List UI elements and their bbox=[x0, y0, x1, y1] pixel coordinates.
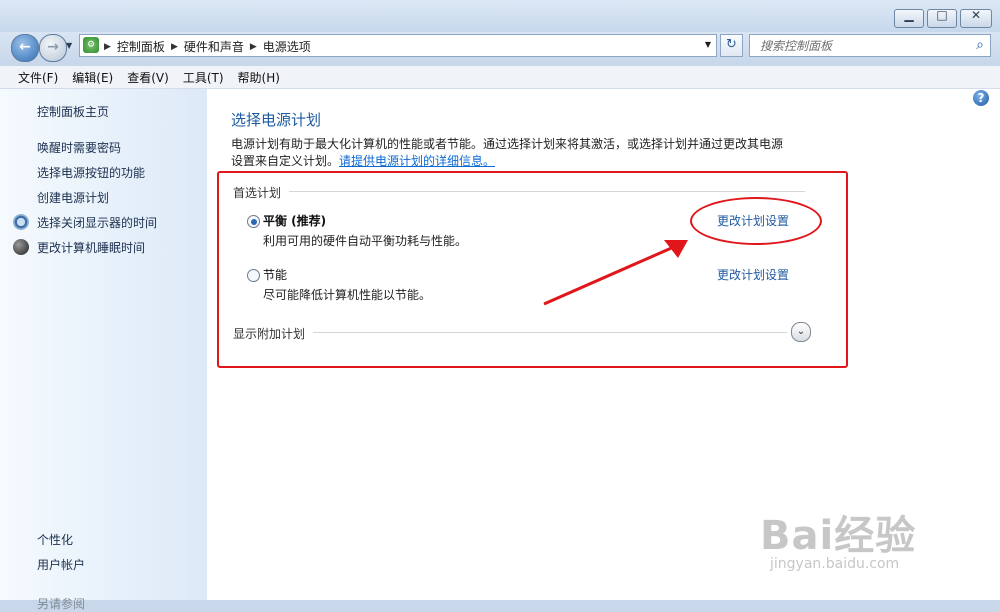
watermark-url: jingyan.baidu.com bbox=[770, 556, 900, 572]
description: 电源计划有助于最大化计算机的性能或者节能。通过选择计划来将其激活，或选择计划并通… bbox=[231, 136, 791, 170]
sidebar-item-wake-password[interactable]: 唤醒时需要密码 bbox=[37, 139, 121, 156]
history-dropdown-icon[interactable]: ▼ bbox=[66, 41, 72, 50]
breadcrumb-item[interactable]: 电源选项 bbox=[263, 38, 311, 55]
sidebar-item-display-off[interactable]: 选择关闭显示器的时间 bbox=[37, 214, 157, 231]
window-controls: ▁ □ ✕ bbox=[894, 8, 992, 28]
description-text: 电源计划有助于最大化计算机的性能或者节能。通过选择计划来将其激活，或选择计划并通… bbox=[231, 137, 784, 168]
breadcrumb-separator-icon: ▶ bbox=[249, 41, 257, 52]
sidebar-item-personalize[interactable]: 个性化 bbox=[37, 531, 73, 548]
breadcrumb: ▶ 控制面板 ▶ 硬件和声音 ▶ 电源选项 bbox=[104, 38, 311, 55]
sidebar-item-power-button[interactable]: 选择电源按钮的功能 bbox=[37, 164, 145, 181]
sleep-moon-icon bbox=[13, 239, 29, 255]
refresh-icon: ↻ bbox=[726, 37, 737, 52]
sidebar-item-sleep-time[interactable]: 更改计算机睡眠时间 bbox=[37, 239, 145, 256]
see-also-heading: 另请参阅 bbox=[37, 597, 86, 611]
back-arrow-icon: ← bbox=[19, 39, 31, 55]
maximize-button[interactable]: □ bbox=[927, 8, 957, 28]
forward-arrow-icon: → bbox=[47, 39, 59, 55]
address-dropdown-icon[interactable]: ▼ bbox=[705, 40, 711, 49]
title-bar: ▁ □ ✕ bbox=[0, 0, 1000, 32]
control-panel-icon: ⚙ bbox=[83, 37, 99, 53]
menu-bar: 文件(F) 编辑(E) 查看(V) 工具(T) 帮助(H) bbox=[0, 66, 1000, 89]
sidebar-item-user-accounts[interactable]: 用户帐户 bbox=[37, 556, 85, 573]
address-bar[interactable]: ⚙ ▶ 控制面板 ▶ 硬件和声音 ▶ 电源选项 ▼ bbox=[79, 34, 717, 57]
annotation-arrow-icon bbox=[543, 240, 688, 306]
search-icon[interactable]: ⌕ bbox=[976, 37, 984, 53]
menu-edit[interactable]: 编辑(E) bbox=[64, 66, 119, 88]
forward-button[interactable]: → bbox=[39, 34, 67, 62]
search-input[interactable] bbox=[758, 38, 962, 54]
annotation-oval bbox=[690, 197, 822, 245]
page-title: 选择电源计划 bbox=[231, 111, 322, 129]
maximize-icon: □ bbox=[936, 8, 948, 22]
close-button[interactable]: ✕ bbox=[960, 8, 992, 28]
baidu-watermark: Bai经验 jingyan.baidu.com bbox=[760, 487, 980, 577]
display-clock-icon bbox=[13, 214, 29, 230]
back-button[interactable]: ← bbox=[11, 34, 39, 62]
menu-help[interactable]: 帮助(H) bbox=[230, 66, 286, 88]
watermark-logo-text: Bai经验 bbox=[760, 513, 917, 559]
breadcrumb-item[interactable]: 硬件和声音 bbox=[184, 38, 244, 55]
menu-tools[interactable]: 工具(T) bbox=[175, 66, 230, 88]
help-icon[interactable]: ? bbox=[973, 90, 989, 106]
minimize-button[interactable]: ▁ bbox=[894, 8, 924, 28]
refresh-button[interactable]: ↻ bbox=[720, 34, 743, 57]
sidebar-item-create-plan[interactable]: 创建电源计划 bbox=[37, 189, 109, 206]
plan-details-link[interactable]: 请提供电源计划的详细信息。 bbox=[339, 154, 495, 168]
breadcrumb-separator-icon: ▶ bbox=[104, 41, 111, 52]
menu-file[interactable]: 文件(F) bbox=[0, 66, 64, 88]
sidebar-home-link[interactable]: 控制面板主页 bbox=[37, 103, 109, 120]
search-box[interactable]: ⌕ bbox=[749, 34, 991, 57]
sidebar: 控制面板主页 唤醒时需要密码 选择电源按钮的功能 创建电源计划 选择关闭显示器的… bbox=[0, 89, 207, 611]
menu-view[interactable]: 查看(V) bbox=[119, 66, 175, 88]
close-icon: ✕ bbox=[970, 8, 982, 22]
minimize-icon: ▁ bbox=[904, 8, 914, 22]
breadcrumb-separator-icon: ▶ bbox=[170, 41, 178, 52]
breadcrumb-item[interactable]: 控制面板 bbox=[117, 38, 165, 55]
